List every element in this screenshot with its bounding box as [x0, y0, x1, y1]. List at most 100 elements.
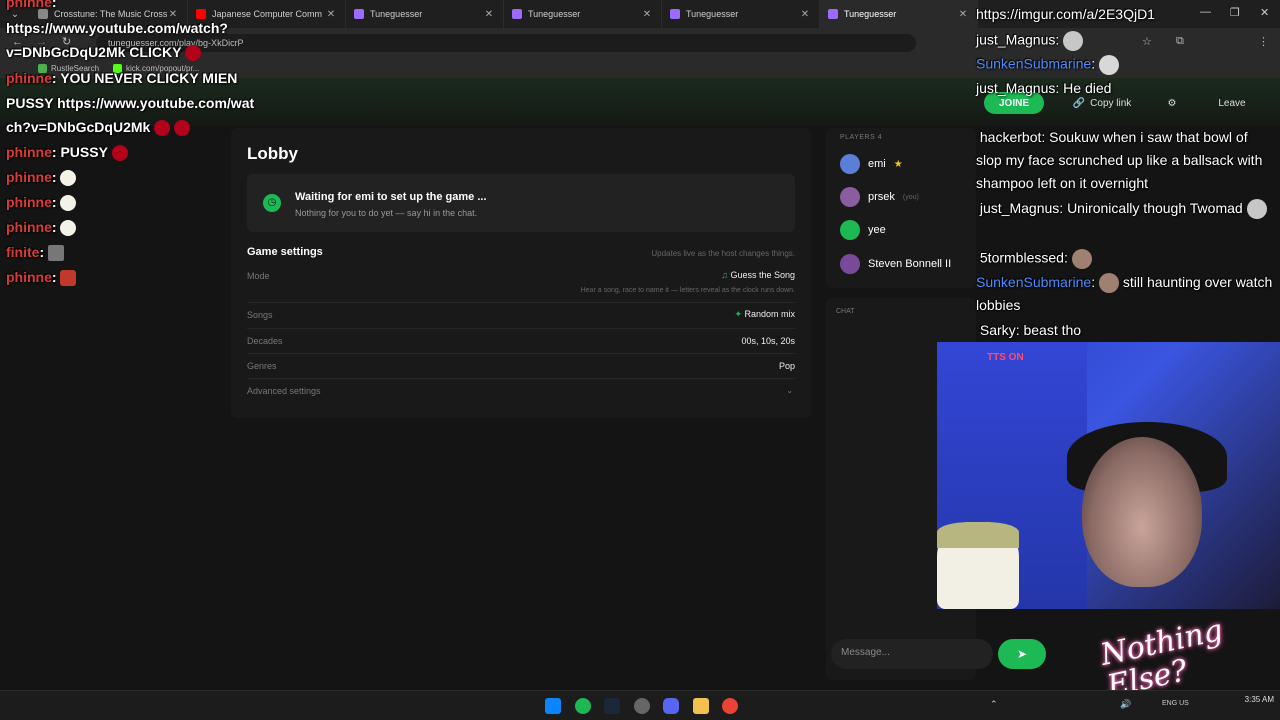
- songs-value: ✦ Random mix: [734, 309, 795, 320]
- extensions-icon[interactable]: ⧉: [1176, 35, 1184, 48]
- webcam-feed: TTS ON: [937, 342, 1280, 609]
- emote-icon: [154, 120, 171, 137]
- tab-2[interactable]: Tuneguesser ✕: [346, 0, 504, 28]
- volume-icon[interactable]: 🔊: [1120, 699, 1131, 710]
- maximize-icon[interactable]: ❐: [1230, 6, 1240, 19]
- decades-label: Decades: [247, 336, 283, 346]
- tab-3[interactable]: Tuneguesser ✕: [504, 0, 662, 28]
- folder-icon[interactable]: [693, 698, 709, 714]
- discord-icon[interactable]: [663, 698, 679, 714]
- chat-title: CHAT: [836, 308, 855, 315]
- genres-label: Genres: [247, 361, 277, 371]
- player-name: Steven Bonnell II: [868, 258, 952, 270]
- divider: [247, 353, 795, 354]
- tab-title: Tuneguesser: [528, 9, 581, 19]
- address-input[interactable]: tuneguesser.com/play/bg-XkDicrP: [96, 34, 916, 52]
- tab-favicon: [828, 9, 838, 19]
- send-button[interactable]: ➤: [998, 639, 1046, 669]
- you-tag: (you): [902, 193, 919, 201]
- player-item: yee: [840, 219, 886, 241]
- avatar: [840, 187, 860, 207]
- chat-text: Unironically though Twomad: [1067, 200, 1243, 216]
- tab-favicon: [354, 9, 364, 19]
- tab-5-active[interactable]: Tuneguesser ✕: [820, 0, 978, 28]
- chat-username: just_Magnus: [976, 80, 1056, 96]
- mode-description: Hear a song, race to name it — letters r…: [580, 287, 795, 294]
- chat-username: SunkenSubmarine: [976, 274, 1092, 290]
- clock[interactable]: 3:35 AM: [1200, 695, 1274, 705]
- chevron-down-icon[interactable]: ⌄: [786, 386, 793, 395]
- genres-value: Pop: [778, 361, 795, 371]
- overlay-chat-line: phinne:: [6, 169, 77, 187]
- close-icon[interactable]: ✕: [483, 9, 495, 20]
- tab-title: Crosstune: The Music Crossword: [54, 9, 167, 19]
- overlay-chat-line: phinne:: [6, 219, 77, 237]
- leave-label: Leave: [1218, 97, 1246, 109]
- players-panel: PLAYERS 4 emi ★ prsek (you) yee Steven B…: [826, 128, 976, 288]
- tab-favicon: [38, 9, 48, 19]
- tray-chevron-icon[interactable]: ⌃: [990, 699, 998, 710]
- chrome-icon[interactable]: [722, 698, 738, 714]
- dog-hat: [937, 522, 1019, 548]
- chat-username: phinne: [6, 219, 52, 235]
- emote-icon: [1246, 199, 1267, 220]
- players-title: PLAYERS 4: [840, 134, 883, 141]
- chat-username: SunkenSubmarine: [976, 55, 1092, 72]
- overlay-chat-line: just_Magnus: Unironically though Twomad: [976, 197, 1276, 220]
- window-close-icon[interactable]: ✕: [1260, 6, 1269, 19]
- settings-button[interactable]: ⚙: [1160, 92, 1184, 114]
- close-icon[interactable]: ✕: [167, 9, 179, 20]
- overlay-chat-line: finite:: [6, 244, 65, 262]
- chat-username: just_Magnus: [979, 200, 1060, 216]
- spotify-icon[interactable]: [575, 698, 591, 714]
- overlay-chat-line: just_Magnus: He died: [976, 80, 1112, 96]
- overlay-chat-line: phinne: PUSSY: [6, 144, 128, 162]
- waiting-subtitle: Nothing for you to do yet — say hi in th…: [295, 208, 478, 218]
- game-settings-title: Game settings: [247, 246, 323, 258]
- lobby-title: Lobby: [247, 144, 298, 163]
- game-settings-note: Updates live as the host changes things.: [651, 249, 795, 258]
- decades-value: 00s, 10s, 20s: [741, 336, 795, 346]
- copy-link-label: Copy link: [1090, 97, 1132, 109]
- lobby-panel: Lobby ◷ Waiting for emi to set up the ga…: [231, 128, 811, 418]
- message-input[interactable]: Message...: [831, 639, 993, 669]
- steam-icon[interactable]: [604, 698, 620, 714]
- emote-icon: [1098, 55, 1119, 75]
- player-name: prsek: [868, 191, 895, 203]
- tab-favicon: [196, 9, 206, 19]
- send-icon: ➤: [1016, 647, 1028, 661]
- overlay-chat-line: phinne: YOU NEVER CLICKY MIEN: [6, 70, 238, 86]
- mode-value-text: Guess the Song: [730, 270, 795, 280]
- close-icon[interactable]: ✕: [957, 9, 969, 20]
- language-indicator[interactable]: ENG US: [1162, 699, 1189, 708]
- divider: [247, 378, 795, 379]
- overlay-chat-line: hackerbot: Soukuw when i saw that bowl o…: [976, 129, 1263, 191]
- emote-icon: [60, 170, 77, 187]
- leave-button[interactable]: Leave: [1202, 92, 1262, 114]
- tab-search-icon[interactable]: ⌄: [0, 9, 30, 20]
- player-item: prsek (you): [840, 186, 919, 208]
- mode-label: Mode: [247, 271, 270, 281]
- chat-text: YOU NEVER CLICKY MIEN: [60, 70, 238, 86]
- minimize-icon[interactable]: —: [1200, 6, 1211, 18]
- obs-icon[interactable]: [634, 698, 650, 714]
- star-icon[interactable]: ☆: [1142, 35, 1152, 48]
- close-icon[interactable]: ✕: [325, 9, 337, 20]
- sparkle-icon: ✦: [734, 309, 745, 319]
- tts-sign: TTS ON: [987, 352, 1024, 363]
- close-icon[interactable]: ✕: [641, 9, 653, 20]
- tab-4[interactable]: Tuneguesser ✕: [662, 0, 820, 28]
- chat-text: v=DNbGcDqU2Mk CLICKY: [6, 44, 182, 60]
- tab-title: Tuneguesser: [686, 9, 739, 19]
- overlay-chat-line: SunkenSubmarine:: [976, 55, 1119, 75]
- close-icon[interactable]: ✕: [799, 9, 811, 20]
- advanced-settings-toggle[interactable]: Advanced settings: [247, 386, 321, 396]
- chat-username: just_Magnus: [976, 31, 1056, 48]
- chat-username: finite: [6, 244, 40, 260]
- player-item: emi ★: [840, 153, 903, 175]
- windows-start-icon[interactable]: [545, 698, 561, 714]
- more-icon[interactable]: ⋮: [1258, 35, 1269, 48]
- waiting-notice: ◷ Waiting for emi to set up the game ...…: [247, 174, 795, 232]
- chat-username: hackerbot: [979, 129, 1042, 145]
- chat-text: beast tho: [1023, 322, 1082, 338]
